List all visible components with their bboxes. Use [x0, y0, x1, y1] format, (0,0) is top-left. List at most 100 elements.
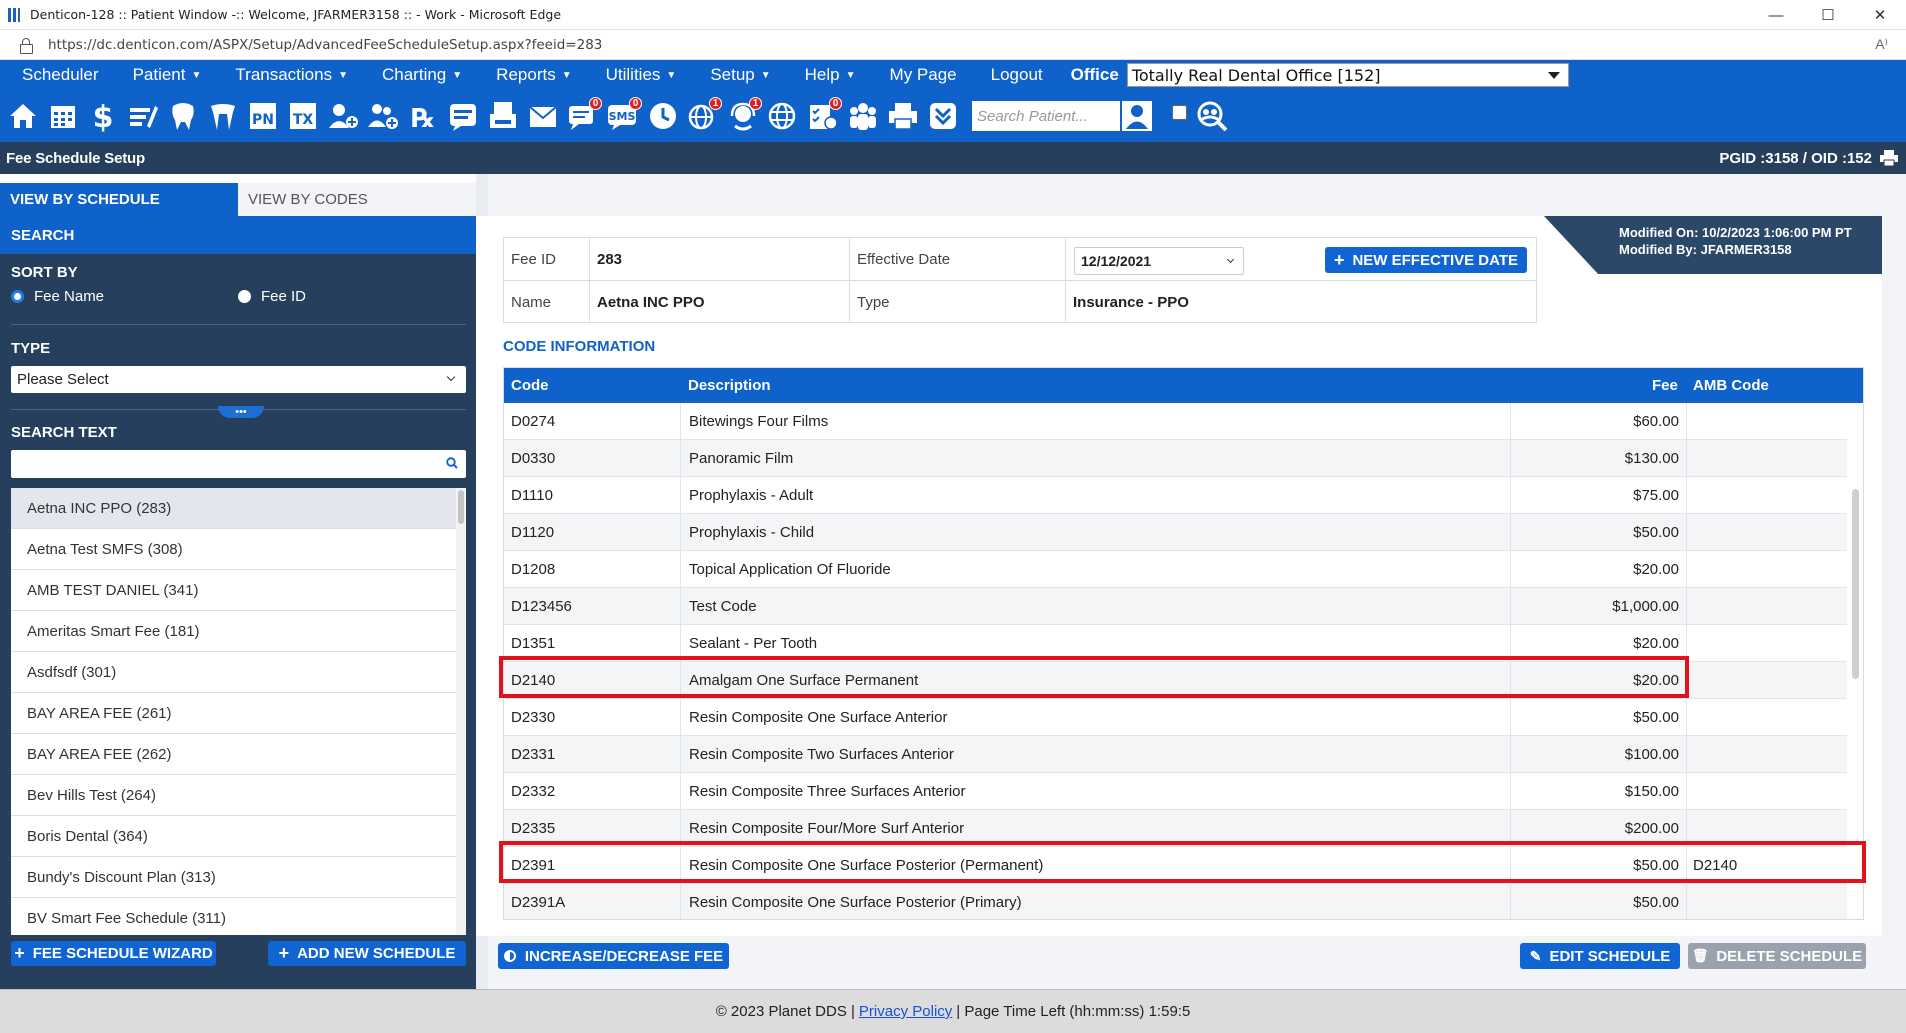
tx-icon[interactable]: TX — [286, 97, 320, 135]
new-effective-date-button[interactable]: + NEW EFFECTIVE DATE — [1325, 247, 1527, 273]
maximize-button[interactable]: ☐ — [1802, 0, 1854, 30]
search-icon[interactable] — [446, 457, 458, 469]
table-row[interactable]: D1120 Prophylaxis - Child $50.00 — [504, 514, 1849, 551]
table-row[interactable]: D0330 Panoramic Film $130.00 — [504, 440, 1849, 477]
family-add-icon[interactable] — [366, 97, 400, 135]
sms-icon[interactable]: SMS 0 — [606, 97, 642, 135]
col-fee[interactable]: Fee — [1652, 377, 1678, 394]
page-title: Fee Schedule Setup — [6, 149, 145, 167]
add-patient-icon[interactable] — [326, 97, 360, 135]
search-patient-input[interactable]: Search Patient... — [972, 101, 1120, 131]
list-scrollbar[interactable] — [456, 488, 466, 935]
table-row[interactable]: D2391 Resin Composite One Surface Posteri… — [504, 847, 1849, 884]
collapse-handle[interactable]: ••• — [218, 406, 264, 418]
notes-icon[interactable] — [446, 97, 480, 135]
table-row[interactable]: D2332 Resin Composite Three Surfaces Ante… — [504, 773, 1849, 810]
table-row[interactable]: D0274 Bitewings Four Films $60.00 — [504, 403, 1849, 440]
printer-icon[interactable] — [886, 97, 920, 135]
support-icon[interactable]: 1 — [726, 97, 762, 135]
schedule-list-item[interactable]: AMB TEST DANIEL (341) — [11, 570, 466, 611]
schedule-list-item[interactable]: BV Smart Fee Schedule (311) — [11, 898, 466, 935]
sort-fee-id-radio[interactable]: Fee ID — [238, 288, 306, 305]
menu-transactions[interactable]: Transactions ▼ — [235, 65, 348, 85]
menu-setup[interactable]: Setup ▼ — [710, 65, 770, 85]
tooth-icon[interactable] — [166, 97, 200, 135]
privacy-policy-link[interactable]: Privacy Policy — [859, 1003, 952, 1020]
col-code[interactable]: Code — [511, 377, 549, 394]
menu-logout[interactable]: Logout — [991, 65, 1043, 85]
menu-reports[interactable]: Reports ▼ — [496, 65, 571, 85]
table-scrollbar[interactable] — [1847, 403, 1863, 919]
pn-icon[interactable]: PN — [246, 97, 280, 135]
increase-decrease-fee-button[interactable]: INCREASE/DECREASE FEE — [498, 943, 729, 969]
address-bar[interactable]: https://dc.denticon.com/ASPX/Setup/Advan… — [0, 30, 1906, 60]
schedule-list-item[interactable]: Aetna INC PPO (283) — [11, 488, 466, 529]
office-select[interactable]: Totally Real Dental Office [152] — [1126, 63, 1569, 87]
table-row[interactable]: D2330 Resin Composite One Surface Anterio… — [504, 699, 1849, 736]
search-text-input[interactable] — [11, 450, 466, 478]
schedule-list-item[interactable]: Boris Dental (364) — [11, 816, 466, 857]
dollar-icon[interactable]: $ — [86, 97, 120, 135]
menu-utilities[interactable]: Utilities ▼ — [606, 65, 677, 85]
menu-charting[interactable]: Charting ▼ — [382, 65, 462, 85]
table-row[interactable]: D2140 Amalgam One Surface Permanent $20.00 — [504, 662, 1849, 699]
schedule-list-item[interactable]: Aetna Test SMFS (308) — [11, 529, 466, 570]
table-row[interactable]: D1208 Topical Application Of Fluoride $20.… — [504, 551, 1849, 588]
print-icon[interactable] — [1880, 150, 1898, 166]
effective-date-select[interactable]: 12/12/2021 — [1074, 247, 1244, 275]
sort-fee-name-radio[interactable]: Fee Name — [11, 288, 104, 305]
rx-icon[interactable]: ℞ — [406, 97, 440, 135]
schedule-list-item[interactable]: Asdfsdf (301) — [11, 652, 466, 693]
calendar-icon[interactable] — [46, 97, 80, 135]
read-aloud-icon[interactable]: A⁾ — [1875, 36, 1888, 53]
group-search-icon[interactable] — [1195, 97, 1229, 135]
cell-code: D1208 — [511, 561, 556, 578]
menu-patient[interactable]: Patient ▼ — [133, 65, 202, 85]
table-row[interactable]: D2335 Resin Composite Four/More Surf Ante… — [504, 810, 1849, 847]
type-select[interactable]: Please Select — [11, 366, 466, 393]
globe-alert-icon[interactable]: 1 — [686, 97, 722, 135]
fee-schedule-wizard-button[interactable]: + FEE SCHEDULE WIZARD — [11, 941, 216, 966]
edit-schedule-button[interactable]: ✎ EDIT SCHEDULE — [1520, 943, 1680, 969]
menu-my-page[interactable]: My Page — [890, 65, 957, 85]
schedule-list-item[interactable]: Bev Hills Test (264) — [11, 775, 466, 816]
col-amb-code[interactable]: AMB Code — [1693, 377, 1769, 394]
schedule-list-item[interactable]: Bundy's Discount Plan (313) — [11, 857, 466, 898]
table-row[interactable]: D2391A Resin Composite One Surface Poster… — [504, 884, 1849, 919]
home-icon[interactable] — [6, 97, 40, 135]
menu-scheduler[interactable]: Scheduler — [22, 65, 99, 85]
url-text[interactable]: https://dc.denticon.com/ASPX/Setup/Advan… — [48, 37, 602, 53]
view-tabs: VIEW BY SCHEDULE VIEW BY CODES — [0, 183, 476, 216]
table-row[interactable]: D123456 Test Code $1,000.00 — [504, 588, 1849, 625]
table-row[interactable]: D1351 Sealant - Per Tooth $20.00 — [504, 625, 1849, 662]
print-doc-icon[interactable] — [486, 97, 520, 135]
schedule-list-item[interactable]: BAY AREA FEE (262) — [11, 734, 466, 775]
col-description[interactable]: Description — [688, 377, 771, 394]
schedule-list-item[interactable]: Ameritas Smart Fee (181) — [11, 611, 466, 652]
group-icon[interactable] — [846, 97, 880, 135]
schedule-list-item[interactable]: BAY AREA FEE (261) — [11, 693, 466, 734]
menu-help[interactable]: Help ▼ — [805, 65, 856, 85]
clock-icon[interactable] — [646, 97, 680, 135]
edit-note-icon[interactable] — [126, 97, 160, 135]
chevron-double-icon[interactable] — [926, 97, 960, 135]
name-value: Aetna INC PPO — [590, 281, 850, 323]
web-icon[interactable] — [766, 97, 800, 135]
menu-label: Logout — [990, 65, 1043, 84]
table-row[interactable]: D1110 Prophylaxis - Adult $75.00 — [504, 477, 1849, 514]
minimize-button[interactable]: — — [1750, 0, 1802, 30]
section-header: Fee Schedule Setup PGID :3158 / OID :152 — [0, 142, 1906, 174]
table-row[interactable]: D2331 Resin Composite Two Surfaces Anteri… — [504, 736, 1849, 773]
message-icon[interactable]: 0 — [566, 97, 602, 135]
patient-search-icon[interactable] — [1120, 97, 1154, 135]
checklist-icon[interactable]: 0 — [806, 97, 842, 135]
toolbar-checkbox[interactable] — [1172, 105, 1187, 120]
teeth-icon[interactable] — [206, 97, 240, 135]
delete-schedule-button[interactable]: 🗑 DELETE SCHEDULE — [1688, 943, 1866, 969]
tab-view-by-codes[interactable]: VIEW BY CODES — [238, 183, 476, 216]
cell-code: D2391A — [511, 894, 566, 911]
add-new-schedule-button[interactable]: + ADD NEW SCHEDULE — [268, 941, 466, 966]
email-icon[interactable] — [526, 97, 560, 135]
tab-view-by-schedule[interactable]: VIEW BY SCHEDULE — [0, 183, 238, 216]
close-button[interactable]: ✕ — [1854, 0, 1906, 30]
